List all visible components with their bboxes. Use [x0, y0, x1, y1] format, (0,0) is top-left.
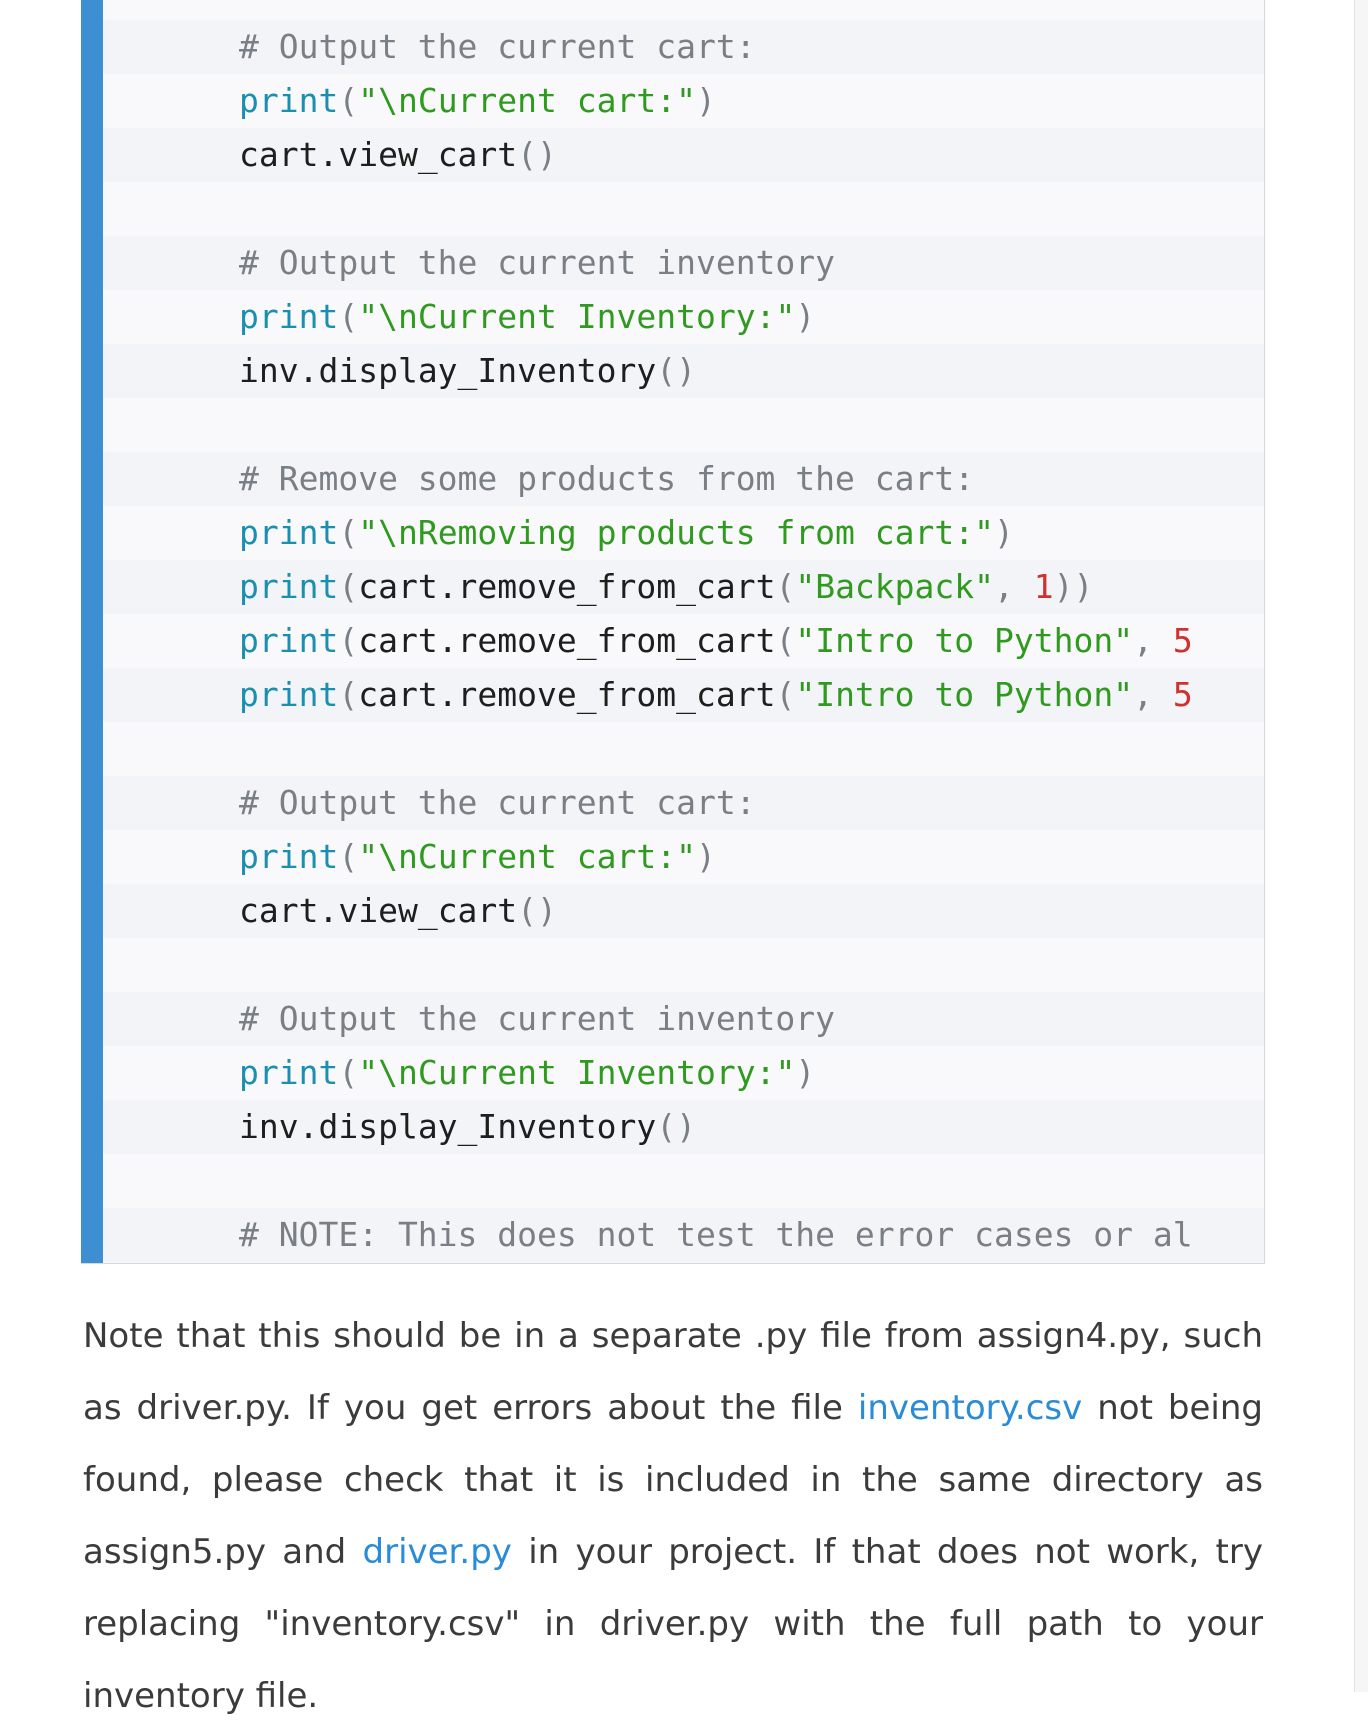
code-line: cart.view_cart()	[103, 128, 1264, 182]
code-line: print(cart.remove_from_cart("Intro to Py…	[103, 668, 1264, 722]
driver-py-link[interactable]: driver.py	[363, 1532, 512, 1572]
code-token-punct: ()	[656, 351, 696, 390]
code-token-punct: ,	[994, 567, 1034, 606]
code-token-plain: cart.remove_from_cart	[358, 621, 776, 660]
code-line: print("\nCurrent cart:")	[103, 830, 1264, 884]
code-line: # NOTE: This does not test the error cas…	[103, 1208, 1264, 1262]
code-line: inv.display_Inventory()	[103, 1100, 1264, 1154]
page-scrollbar[interactable]	[1354, 0, 1368, 1692]
code-token-plain: cart.remove_from_cart	[358, 675, 776, 714]
code-token-string: "Backpack"	[795, 567, 995, 606]
code-line	[103, 182, 1264, 236]
code-token-string: "\nCurrent cart:"	[358, 837, 696, 876]
code-token-comment: # Output the current cart:	[239, 27, 756, 66]
code-token-punct: (	[338, 297, 359, 336]
code-line	[103, 938, 1264, 992]
code-token-punct: (	[338, 81, 359, 120]
code-token-plain: cart	[239, 135, 319, 174]
code-line	[103, 398, 1264, 452]
code-line	[103, 722, 1264, 776]
code-token-punct: )	[695, 837, 716, 876]
code-token-builtin: print	[239, 81, 339, 120]
code-token-string: "\nCurrent Inventory:"	[358, 297, 796, 336]
code-token-plain: inv	[239, 1107, 299, 1146]
code-token-builtin: print	[239, 567, 339, 606]
code-token-punct: ()	[517, 135, 557, 174]
code-token-string: "Intro to Python"	[795, 675, 1134, 714]
code-token-comment: # Output the current inventory	[239, 999, 836, 1038]
code-line: # Remove some products from the cart:	[103, 452, 1264, 506]
code-token-number: 5	[1172, 621, 1193, 660]
code-token-punct: ()	[517, 891, 557, 930]
code-line: inv.display_Inventory()	[103, 344, 1264, 398]
code-token-punct: (	[338, 1053, 359, 1092]
code-line: print("\nCurrent Inventory:")	[103, 290, 1264, 344]
code-token-punct: )	[993, 513, 1014, 552]
code-token-plain: cart.remove_from_cart	[358, 567, 776, 606]
code-token-plain: cart	[239, 891, 319, 930]
note-paragraph: Note that this should be in a separate .…	[83, 1300, 1263, 1732]
code-token-builtin: print	[239, 513, 339, 552]
code-block-accent-bar	[81, 0, 103, 1263]
code-token-comment: # Output the current cart:	[239, 783, 756, 822]
code-token-punct: (	[338, 621, 359, 660]
code-token-string: "\nRemoving products from cart:"	[358, 513, 994, 552]
code-token-punct: (	[338, 675, 359, 714]
code-token-plain: .display_Inventory	[298, 351, 657, 390]
code-token-punct: )	[795, 1053, 816, 1092]
code-lines: # Output the current cart: print("\nCurre…	[103, 0, 1264, 1262]
code-token-punct: (	[775, 621, 796, 660]
code-token-number: 1	[1033, 567, 1054, 606]
code-line: print("\nCurrent cart:")	[103, 74, 1264, 128]
code-token-builtin: print	[239, 837, 339, 876]
code-line: # Output the current cart:	[103, 776, 1264, 830]
code-token-plain: .view_cart	[318, 135, 518, 174]
code-token-punct: ()	[656, 1107, 696, 1146]
code-token-punct: (	[338, 567, 359, 606]
inventory-csv-link[interactable]: inventory.csv	[858, 1388, 1082, 1428]
code-block: # Output the current cart: print("\nCurre…	[81, 0, 1265, 1264]
code-line: # Output the current cart:	[103, 20, 1264, 74]
code-token-comment: # Output the current inventory	[239, 243, 836, 282]
code-line: print("\nCurrent Inventory:")	[103, 1046, 1264, 1100]
code-line	[103, 1154, 1264, 1208]
code-token-string: "\nCurrent cart:"	[358, 81, 696, 120]
code-line: print(cart.remove_from_cart("Backpack", …	[103, 560, 1264, 614]
code-token-builtin: print	[239, 1053, 339, 1092]
code-token-plain: inv	[239, 351, 299, 390]
code-line: print("\nRemoving products from cart:")	[103, 506, 1264, 560]
code-line: # Output the current inventory	[103, 992, 1264, 1046]
code-line: print(cart.remove_from_cart("Intro to Py…	[103, 614, 1264, 668]
code-token-punct: ))	[1053, 567, 1094, 606]
code-token-punct: (	[338, 513, 359, 552]
code-token-comment: # Remove some products from the cart:	[239, 459, 975, 498]
code-token-punct: (	[775, 567, 796, 606]
code-line: cart.view_cart()	[103, 884, 1264, 938]
code-token-comment: # NOTE: This does not test the error cas…	[239, 1215, 1193, 1254]
code-line	[103, 0, 1264, 20]
code-token-punct: ,	[1133, 675, 1173, 714]
code-token-punct: ,	[1133, 621, 1173, 660]
code-token-plain: .display_Inventory	[298, 1107, 657, 1146]
code-line: # Output the current inventory	[103, 236, 1264, 290]
code-token-string: "Intro to Python"	[795, 621, 1134, 660]
code-token-punct: )	[695, 81, 716, 120]
code-token-builtin: print	[239, 675, 339, 714]
code-token-builtin: print	[239, 297, 339, 336]
code-token-punct: )	[795, 297, 816, 336]
code-token-punct: (	[338, 837, 359, 876]
code-token-number: 5	[1172, 675, 1193, 714]
code-token-string: "\nCurrent Inventory:"	[358, 1053, 796, 1092]
code-token-plain: .view_cart	[318, 891, 518, 930]
code-token-punct: (	[775, 675, 796, 714]
code-token-builtin: print	[239, 621, 339, 660]
